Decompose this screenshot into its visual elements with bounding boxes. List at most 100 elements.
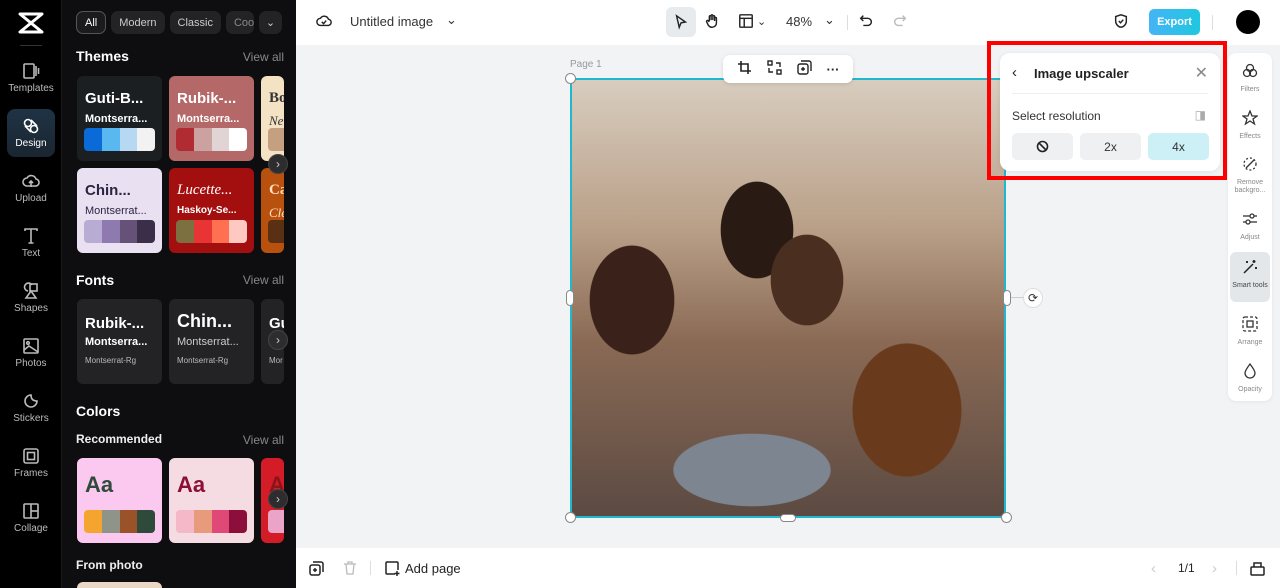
left-rail: Templates Design Upload Text Shapes Phot… [0,0,62,588]
rail-item-label: Shapes [14,303,48,314]
rail-item-label: Upload [15,193,47,204]
rail-item-stickers[interactable]: Stickers [7,384,55,432]
layout-button[interactable]: ⌄ [738,13,766,29]
rail-item-label: Design [15,138,47,149]
font-t2: Montserra... [85,336,148,348]
rail-item-upload[interactable]: Upload [7,164,55,212]
from-photo-card[interactable] [77,582,162,588]
bottom-divider [1236,561,1237,575]
theme-body-font: Cle [269,205,284,220]
capcut-logo-icon[interactable] [16,10,46,36]
toolbar-divider [847,15,848,30]
fonts-next-button[interactable]: › [268,330,288,350]
tool-filters[interactable]: Filters [1230,63,1270,94]
rail-item-frames[interactable]: Frames [7,439,55,487]
theme-card[interactable]: Lucette... Haskoy-Se... [169,168,254,253]
rotate-button[interactable]: ⟳ [1023,288,1043,308]
theme-heading-font: Ca [269,182,284,198]
tool-label: Smart tools [1232,282,1268,289]
colors-view-all-link[interactable]: View all [243,433,284,447]
crop-icon[interactable] [737,60,752,78]
duplicate-page-button[interactable] [309,548,324,588]
themes-next-button[interactable]: › [268,154,288,174]
effects-icon [1241,109,1259,131]
collage-icon [23,503,39,519]
colors-next-button[interactable]: › [268,489,288,509]
chevron-down-icon: ⌄ [265,17,276,29]
font-card[interactable]: Rubik-... Montserra... Montserrat-Rg [77,299,162,384]
color-swatches [176,510,247,533]
add-page-button[interactable]: Add page [385,548,461,588]
next-page-button[interactable]: › [1212,548,1217,588]
rail-item-collage[interactable]: Collage [7,494,55,542]
shapes-icon [23,282,38,299]
resize-handle-bottom-right[interactable] [1001,512,1012,523]
swatch [193,220,212,243]
resize-handle-top-left[interactable] [565,73,576,84]
resize-handle-left[interactable] [566,290,574,306]
rail-item-label: Photos [15,358,47,369]
toolbar-divider [1212,15,1213,30]
right-tools-panel: Filters Effects Remove backgro... Adjust… [1228,53,1272,401]
chip-all[interactable]: All [76,11,107,34]
more-options-icon[interactable]: ··· [827,62,840,77]
font-card[interactable]: Chin... Montserrat... Montserrat-Rg [169,299,254,384]
chip-modern[interactable]: Modern [111,11,165,34]
chips-expand-button[interactable]: ⌄ [258,11,282,34]
page-panel-button[interactable] [1250,548,1265,588]
user-avatar[interactable] [1236,10,1260,34]
frames-icon [23,448,39,464]
select-tool-button[interactable] [666,7,696,37]
tool-effects[interactable]: Effects [1230,109,1270,141]
tool-arrange[interactable]: Arrange [1230,316,1270,347]
rail-item-design[interactable]: Design [7,109,55,157]
redo-button[interactable] [892,13,908,29]
tool-opacity[interactable]: Opacity [1230,362,1270,394]
title-menu-chevron-icon[interactable]: ⌄ [446,12,457,28]
hand-tool-button[interactable] [704,13,720,29]
rail-item-templates[interactable]: Templates [7,54,55,102]
hand-icon [705,14,718,28]
replace-icon[interactable] [766,60,782,78]
rail-item-shapes[interactable]: Shapes [7,274,55,322]
cloud-saved-icon[interactable] [316,13,332,29]
theme-heading-font: Boo [269,90,284,106]
zoom-chevron-icon[interactable]: ⌄ [824,12,835,28]
theme-card[interactable]: Boo New [261,76,284,161]
cursor-icon [675,14,688,30]
duplicate-icon[interactable] [796,60,812,78]
prev-page-button[interactable]: ‹ [1151,548,1156,588]
export-button[interactable]: Export [1149,9,1200,35]
chip-classic[interactable]: Classic [169,11,221,34]
theme-card[interactable]: Chin... Montserrat... [77,168,162,253]
tool-adjust[interactable]: Adjust [1230,211,1270,242]
delete-page-button[interactable] [343,548,357,588]
rail-item-text[interactable]: Text [7,219,55,267]
remove-background-icon [1242,156,1258,177]
tool-remove-background[interactable]: Remove backgro... [1230,156,1270,195]
zoom-level[interactable]: 48% [786,14,812,29]
color-swatches [84,128,155,151]
theme-card[interactable]: Ca Cle [261,168,284,253]
theme-card[interactable]: Guti-B... Montserra... [77,76,162,161]
swatch [119,128,138,151]
canvas-image[interactable] [570,78,1006,518]
resize-handle-right[interactable] [1003,290,1011,306]
document-title[interactable]: Untitled image [350,14,433,29]
swatch [119,220,138,243]
themes-view-all-link[interactable]: View all [243,50,284,64]
fonts-view-all-link[interactable]: View all [243,273,284,287]
rail-item-label: Templates [8,83,54,94]
color-palette-card[interactable]: Aa [77,458,162,543]
chip-cool[interactable]: Cool [225,11,254,34]
resize-handle-bottom-left[interactable] [565,512,576,523]
rail-item-photos[interactable]: Photos [7,329,55,377]
tool-smart-tools[interactable]: Smart tools [1230,252,1270,302]
color-palette-card[interactable]: Aa [169,458,254,543]
theme-card[interactable]: Rubik-... Montserra... [169,76,254,161]
shield-check-button[interactable] [1113,13,1129,29]
undo-button[interactable] [858,13,874,29]
themes-title: Themes [76,48,129,64]
resize-handle-bottom[interactable] [780,514,796,522]
shield-check-icon [1114,14,1128,28]
